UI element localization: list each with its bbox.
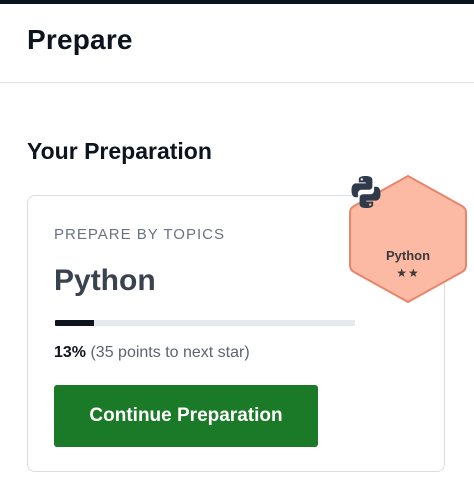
section-title: Your Preparation — [27, 138, 212, 164]
progress-percent: 13% — [54, 344, 87, 361]
page-header: Prepare — [0, 4, 474, 83]
badge-label: Python — [385, 248, 431, 263]
topic-badge[interactable]: Python ★★ — [346, 172, 470, 306]
card-eyebrow: PREPARE BY TOPICS — [54, 226, 225, 243]
badge-stars: ★★ — [396, 266, 420, 280]
progress-detail: (35 points to next star) — [86, 344, 250, 361]
python-logo-icon — [351, 176, 381, 208]
topic-title: Python — [54, 264, 156, 297]
progress-text: 13% (35 points to next star) — [54, 344, 250, 362]
page-title: Prepare — [27, 24, 133, 55]
continue-preparation-button[interactable]: Continue Preparation — [54, 385, 318, 447]
progress-bar — [55, 320, 355, 326]
progress-bar-fill — [55, 320, 94, 326]
